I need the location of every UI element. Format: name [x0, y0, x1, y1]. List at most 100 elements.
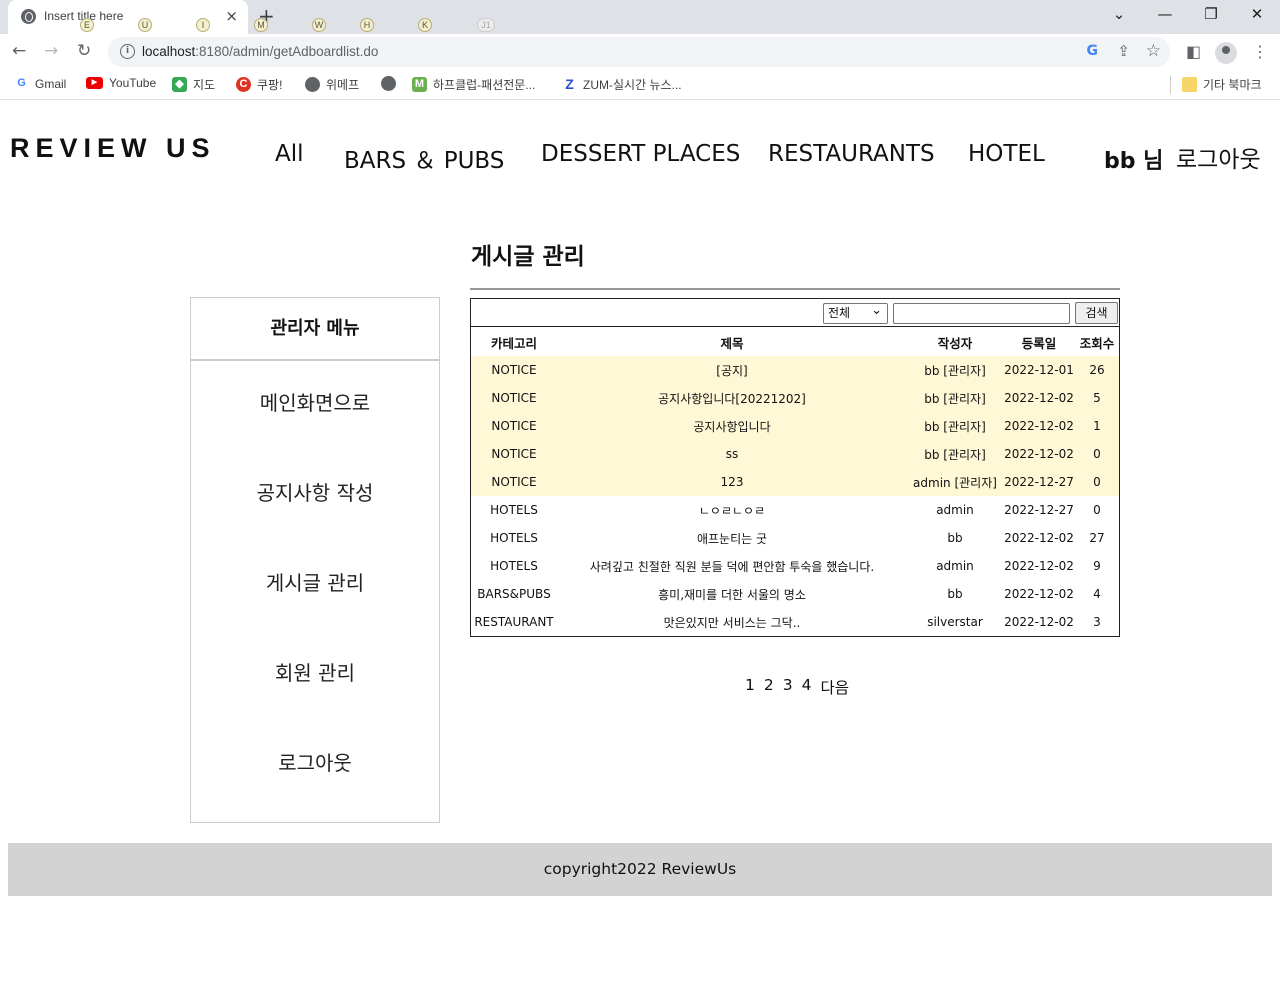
page-link-2[interactable]: 2 [764, 676, 774, 698]
sidebar-item-write-notice[interactable]: 공지사항 작성 [191, 477, 439, 506]
table-row[interactable]: NOTICE 123 admin [관리자] 2022-12-27 0 [471, 468, 1119, 496]
column-header-category: 카테고리 [471, 328, 557, 356]
google-translate-icon[interactable]: G [1087, 43, 1099, 59]
url-text[interactable]: localhost:8180/admin/getAdboardlist.do [142, 44, 378, 59]
table-row[interactable]: HOTELS ㄴㅇㄹㄴㅇㄹ admin 2022-12-27 0 [471, 496, 1119, 524]
nav-bars-pubs[interactable]: BARS ＆ PUBS [344, 141, 504, 175]
bookmark-youtube[interactable]: ▶ YouTube [86, 76, 156, 90]
nav-restaurants[interactable]: RESTAURANTS [768, 141, 935, 167]
cell-views: 0 [1093, 503, 1101, 517]
cell-title[interactable]: 흥미,재미를 더한 서울의 명소 [557, 580, 907, 608]
posts-table-body: NOTICE [공지] bb [관리자] 2022-12-01 26 NOTICE 공지사항… [471, 356, 1119, 636]
table-row[interactable]: HOTELS 애프눈티는 굿 bb 2022-12-02 27 [471, 524, 1119, 552]
table-row[interactable]: RESTAURANT 맛은있지만 서비스는 그닥.. silverstar 2022-… [471, 608, 1119, 636]
share-icon[interactable]: ⇪ [1117, 42, 1130, 60]
bookmark-other-folder[interactable]: 기타 북마크 [1182, 76, 1262, 93]
browser-tab[interactable]: Insert title here × [8, 0, 248, 34]
profile-avatar[interactable] [1215, 42, 1237, 64]
nav-dessert-places[interactable]: DESSERT PLACES [541, 141, 740, 167]
menu-kebab-icon[interactable]: ⋮ [1252, 42, 1268, 61]
bookmark-maps[interactable]: ◆ 지도 [172, 76, 215, 93]
cell-writer: admin [관리자] [907, 468, 1003, 496]
column-header-views: 조회수 [1075, 328, 1119, 356]
minimize-icon[interactable]: — [1142, 5, 1188, 23]
search-button[interactable]: 검색 [1075, 302, 1118, 324]
page-link-3[interactable]: 3 [783, 676, 793, 698]
logged-in-user: bb 님 [1104, 149, 1164, 174]
cell-category: NOTICE [471, 440, 557, 468]
sidebar-item-main[interactable]: 메인화면으로 [191, 387, 439, 416]
table-row[interactable]: NOTICE ss bb [관리자] 2022-12-02 0 [471, 440, 1119, 468]
cell-writer: admin [936, 503, 974, 517]
table-row[interactable]: HOTELS 사려깊고 친절한 직원 분들 덕에 편안함 투숙을 했습니다. adm… [471, 552, 1119, 580]
coupang-icon: C [236, 77, 251, 92]
cell-title[interactable]: [공지] [557, 356, 907, 384]
admin-sidebar: 관리자 메뉴 메인화면으로 공지사항 작성 게시글 관리 회원 관리 로그아웃 [190, 297, 440, 823]
table-row[interactable]: NOTICE 공지사항입니다[20221202] bb [관리자] 2022-12-0… [471, 384, 1119, 412]
tab-close-button[interactable]: × [225, 7, 238, 25]
cell-title[interactable]: 맛은있지만 서비스는 그닥.. [557, 608, 907, 636]
posts-table: 카테고리 제목 작성자 등록일 조회수 NOTICE [공지] bb [관리자] 20… [471, 328, 1119, 636]
browser-toolbar: ← → ↻ i localhost:8180/admin/getAdboardl… [0, 34, 1280, 70]
cell-title[interactable]: 애프눈티는 굿 [557, 524, 907, 552]
cell-date: 2022-12-01 [1003, 356, 1075, 384]
cell-writer: admin [936, 559, 974, 573]
cell-date: 2022-12-02 [1004, 587, 1074, 601]
nav-all[interactable]: All [275, 141, 304, 167]
cell-category: NOTICE [471, 412, 557, 440]
search-condition-select[interactable]: 전체 [823, 301, 888, 324]
cell-views: 0 [1075, 468, 1119, 496]
bookmark-halfclub[interactable]: M 하프클럽-패션전문... [412, 76, 535, 93]
site-logo[interactable]: REVIEW US [10, 133, 216, 164]
back-icon[interactable]: ← [12, 41, 26, 61]
cell-date: 2022-12-27 [1003, 468, 1075, 496]
forward-icon[interactable]: → [44, 41, 58, 61]
search-input[interactable] [893, 303, 1070, 324]
bookmark-star-icon[interactable]: ☆ [1146, 41, 1161, 61]
cell-date: 2022-12-02 [1003, 384, 1075, 412]
cell-title[interactable]: ㄴㅇㄹㄴㅇㄹ [557, 496, 907, 524]
cell-category: NOTICE [471, 384, 557, 412]
globe-icon [381, 76, 396, 91]
page-link-1[interactable]: 1 [745, 676, 755, 698]
info-icon[interactable]: i [120, 44, 135, 59]
reload-icon[interactable]: ↻ [77, 41, 91, 61]
bookmark-gmail[interactable]: G Gmail [14, 76, 66, 91]
restore-icon[interactable]: ❐ [1188, 5, 1234, 23]
header-logout-link[interactable]: 로그아웃 [1176, 140, 1261, 174]
sidebar-item-manage-members[interactable]: 회원 관리 [191, 657, 439, 686]
table-row[interactable]: BARS&PUBS 흥미,재미를 더한 서울의 명소 bb 2022-12-02 4 [471, 580, 1119, 608]
maps-icon: ◆ [172, 77, 187, 92]
cell-category: RESTAURANT [474, 615, 554, 629]
page-link-4[interactable]: 4 [802, 676, 812, 698]
shortcut-hint: U [138, 18, 152, 32]
sidebar-item-manage-posts[interactable]: 게시글 관리 [191, 567, 439, 596]
cell-writer: bb [947, 531, 963, 545]
side-panel-icon[interactable]: ◧ [1186, 42, 1201, 61]
cell-title[interactable]: ss [557, 440, 907, 468]
tab-search-icon[interactable]: ⌄ [1096, 5, 1142, 23]
cell-writer: bb [관리자] [907, 384, 1003, 412]
cell-title[interactable]: 123 [557, 468, 907, 496]
nav-hotel[interactable]: HOTEL [968, 141, 1045, 167]
close-window-icon[interactable]: ✕ [1234, 5, 1280, 23]
cell-date: 2022-12-02 [1004, 615, 1074, 629]
address-bar[interactable]: i localhost:8180/admin/getAdboardlist.do… [108, 37, 1170, 67]
table-row[interactable]: NOTICE [공지] bb [관리자] 2022-12-01 26 [471, 356, 1119, 384]
cell-views: 9 [1093, 559, 1101, 573]
bookmark-coupang[interactable]: C 쿠팡! [236, 76, 282, 93]
bookmark-globe[interactable] [381, 76, 402, 91]
bookmark-wemakeprice[interactable]: 위메프 [305, 76, 359, 93]
bookmark-zum[interactable]: Z ZUM-실시간 뉴스... [562, 76, 681, 93]
sidebar-item-logout[interactable]: 로그아웃 [191, 747, 439, 776]
cell-category: BARS&PUBS [477, 587, 551, 601]
cell-title[interactable]: 사려깊고 친절한 직원 분들 덕에 편안함 투숙을 했습니다. [557, 552, 907, 580]
post-board: 전체 검색 카테고리 제목 작성자 등록일 조회수 NOTICE[공지]bb [… [470, 298, 1120, 637]
cell-title[interactable]: 공지사항입니다[20221202] [557, 384, 907, 412]
cell-category: HOTELS [490, 503, 538, 517]
page-link-next[interactable]: 다음 [821, 676, 850, 698]
table-row[interactable]: NOTICE 공지사항입니다 bb [관리자] 2022-12-02 1 [471, 412, 1119, 440]
bookmark-divider [1170, 76, 1171, 94]
globe-icon [21, 9, 36, 24]
cell-title[interactable]: 공지사항입니다 [557, 412, 907, 440]
